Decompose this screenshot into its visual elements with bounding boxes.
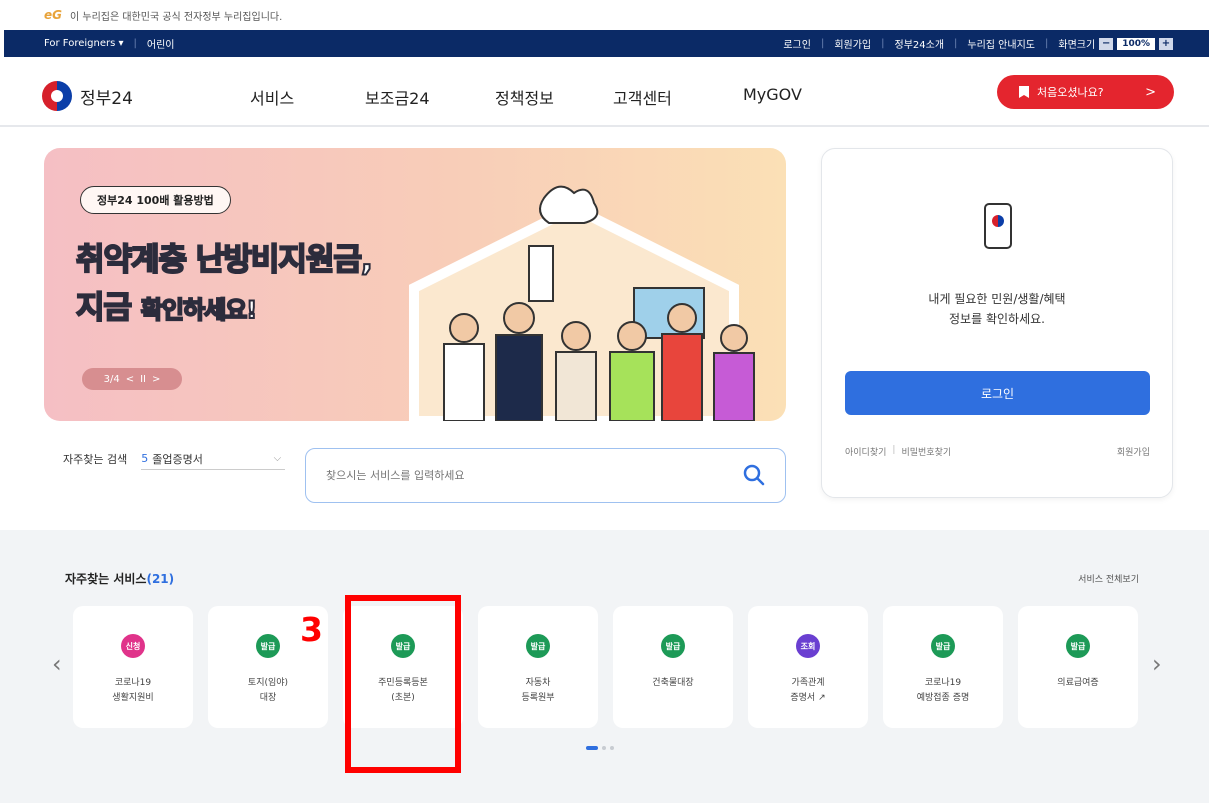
service-name: 의료급여증	[1057, 678, 1099, 688]
popular-keyword-select[interactable]: 5 졸업증명서 ⌵	[141, 448, 286, 470]
first-visit-label: 처음오셨나요?	[1037, 86, 1104, 99]
services-next-button[interactable]: ›	[1152, 650, 1162, 678]
utility-bar: For Foreigners ▾ | 어린이 로그인 | 회원가입 | 정부24…	[4, 30, 1209, 57]
find-id-link[interactable]: 아이디찾기	[845, 445, 886, 458]
view-all-services-link[interactable]: 서비스 전체보기	[1078, 572, 1139, 585]
service-badge: 발급	[256, 634, 280, 658]
service-badge: 발급	[661, 634, 685, 658]
banner-chip: 정부24 100배 활용방법	[80, 186, 231, 214]
find-password-link[interactable]: 비밀번호찾기	[901, 445, 951, 458]
nav-policy-info[interactable]: 정책정보	[495, 85, 613, 109]
banner-headline-2-big: 지금	[75, 289, 133, 327]
service-badge: 발급	[1066, 634, 1090, 658]
mobile-phone-icon	[984, 203, 1012, 249]
kids-link[interactable]: 어린이	[147, 36, 175, 51]
frequent-services-section: 자주찾는 서비스(21) 서비스 전체보기 ‹ › 신청 코로나19 생활지원비 …	[0, 530, 1209, 803]
font-size-increase-button[interactable]: +	[1159, 37, 1173, 50]
service-card[interactable]: 신청 코로나19 생활지원비	[73, 606, 193, 728]
banner-headline-2: 지금 확인하세요!	[75, 282, 258, 327]
service-name: 토지(임야) 대장	[247, 678, 289, 703]
gov24-logo[interactable]: 정부24	[42, 81, 133, 111]
login-message-line-1: 내게 필요한 민원/생활/혜택	[928, 292, 1066, 306]
service-badge: 조회	[796, 634, 820, 658]
search-input[interactable]	[326, 469, 726, 482]
service-card[interactable]: 발급 의료급여증	[1018, 606, 1138, 728]
nav-service[interactable]: 서비스	[250, 85, 365, 109]
carousel-dot[interactable]	[610, 746, 614, 750]
login-card: 내게 필요한 민원/생활/혜택 정보를 확인하세요. 로그인 아이디찾기 | 비…	[821, 148, 1173, 498]
service-name: 가족관계 증명서 ↗	[790, 678, 826, 703]
gov-official-text: 이 누리집은 대한민국 공식 전자정부 누리집입니다.	[70, 11, 283, 23]
annotation-highlight-box	[345, 595, 461, 773]
banner-pager: 3/4 < II >	[82, 368, 182, 390]
banner-illustration	[409, 185, 755, 421]
popular-search-label: 자주찾는 검색	[63, 453, 128, 466]
service-card[interactable]: 발급 건축물대장	[613, 606, 733, 728]
banner-headline-1: 취약계층 난방비지원금,	[75, 241, 374, 279]
service-badge: 발급	[931, 634, 955, 658]
login-message-line-2: 정보를 확인하세요.	[949, 312, 1045, 326]
service-name: 건축물대장	[652, 678, 694, 688]
banner-pause-button[interactable]: II	[140, 374, 146, 385]
taegeuk-logo-icon	[42, 81, 72, 111]
about-link[interactable]: 정부24소개	[895, 36, 945, 51]
bookmark-icon	[1019, 86, 1029, 98]
service-search-box	[305, 448, 786, 503]
annotation-number: 3	[300, 610, 323, 649]
carousel-dot-active[interactable]	[586, 746, 598, 750]
font-size-value: 100%	[1117, 37, 1155, 50]
carousel-pagination	[586, 746, 614, 750]
login-links: 아이디찾기 | 비밀번호찾기 회원가입	[845, 445, 1150, 458]
sitemap-link[interactable]: 누리집 안내지도	[967, 36, 1035, 51]
keyword-rank: 5	[141, 452, 149, 465]
font-size-decrease-button[interactable]: −	[1099, 37, 1114, 50]
egov-logo: eG	[44, 8, 62, 22]
nav-customer-center[interactable]: 고객센터	[613, 85, 743, 109]
main-nav: 서비스 보조금24 정책정보 고객센터 MyGOV	[250, 85, 802, 109]
login-message: 내게 필요한 민원/생활/혜택 정보를 확인하세요.	[822, 289, 1172, 329]
service-name: 코로나19 예방접종 증명	[916, 678, 970, 703]
carousel-dot[interactable]	[602, 746, 606, 750]
service-card[interactable]: 발급 자동차 등록원부	[478, 606, 598, 728]
nav-subsidy24[interactable]: 보조금24	[365, 85, 495, 109]
banner-next-button[interactable]: >	[152, 374, 160, 385]
search-icon[interactable]	[743, 464, 765, 486]
service-name: 코로나19 생활지원비	[112, 678, 154, 703]
frequent-services-title: 자주찾는 서비스(21)	[65, 572, 175, 586]
keyword-text: 졸업증명서	[152, 452, 203, 466]
font-size-label: 화면크기	[1058, 40, 1096, 51]
util-login-link[interactable]: 로그인	[783, 36, 811, 51]
site-header: 정부24 서비스 보조금24 정책정보 고객센터 MyGOV 처음오셨나요? >	[0, 57, 1209, 127]
logo-text: 정부24	[80, 88, 133, 109]
card-join-link[interactable]: 회원가입	[1117, 445, 1150, 458]
popular-search: 자주찾는 검색 5 졸업증명서 ⌵	[63, 448, 286, 470]
services-prev-button[interactable]: ‹	[52, 650, 62, 678]
for-foreigners-link[interactable]: For Foreigners ▾	[44, 38, 124, 49]
first-visit-button[interactable]: 처음오셨나요? >	[997, 75, 1174, 109]
util-join-link[interactable]: 회원가입	[834, 36, 871, 51]
service-badge: 신청	[121, 634, 145, 658]
gov-official-strip: eG 이 누리집은 대한민국 공식 전자정부 누리집입니다.	[0, 0, 1209, 30]
service-card[interactable]: 발급 코로나19 예방접종 증명	[883, 606, 1003, 728]
font-size-control: 화면크기 − 100% +	[1058, 36, 1173, 51]
service-card[interactable]: 조회 가족관계 증명서 ↗	[748, 606, 868, 728]
banner-page-indicator: 3/4	[103, 373, 120, 385]
service-badge: 발급	[526, 634, 550, 658]
main-banner[interactable]: 정부24 100배 활용방법 취약계층 난방비지원금, 지금 확인하세요! 3/…	[44, 148, 786, 421]
nav-mygov[interactable]: MyGOV	[743, 85, 802, 109]
login-button[interactable]: 로그인	[845, 371, 1150, 415]
banner-headline-2-small: 확인하세요!	[140, 295, 258, 325]
chevron-right-icon: >	[1145, 84, 1156, 100]
service-name: 자동차 등록원부	[521, 678, 555, 703]
banner-prev-button[interactable]: <	[126, 374, 134, 385]
chevron-down-icon: ⌵	[273, 453, 282, 464]
